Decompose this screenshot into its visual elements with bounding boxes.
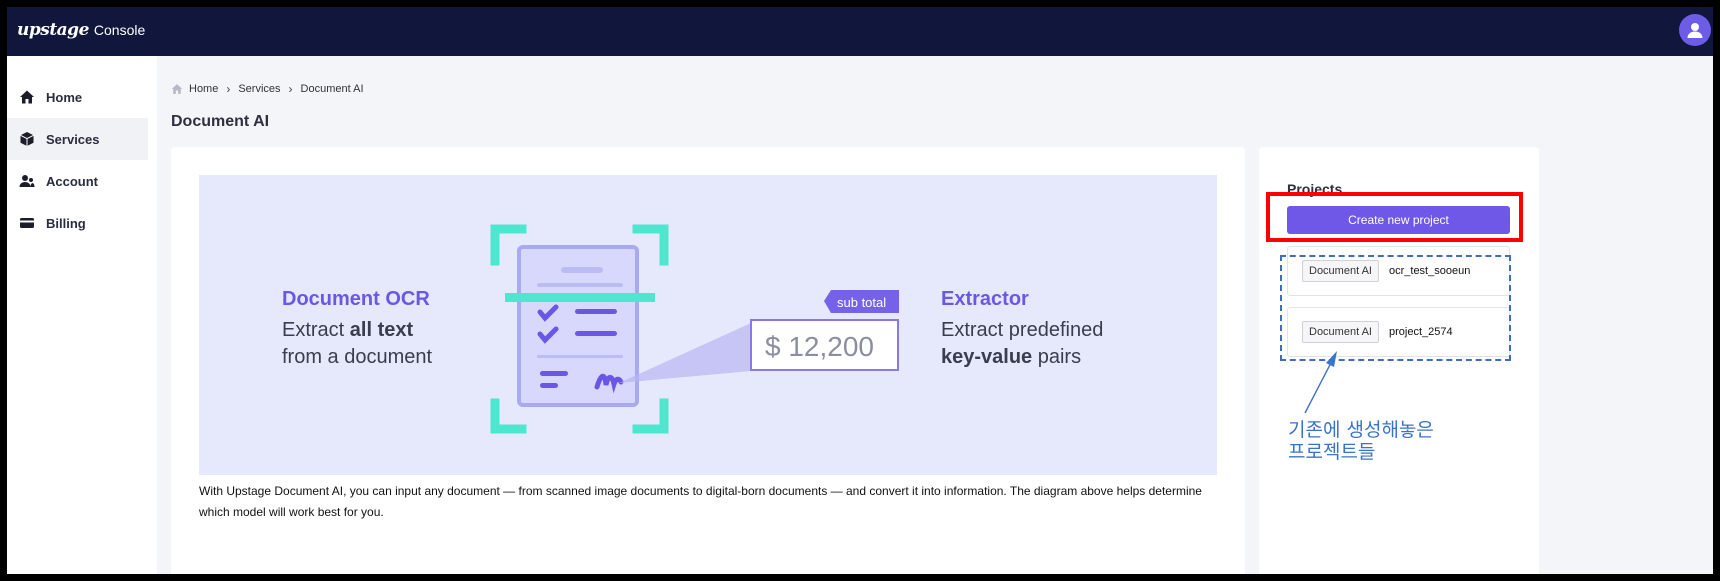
create-project-button[interactable]: Create new project — [1287, 206, 1510, 234]
svg-text:sub total: sub total — [837, 295, 886, 310]
avatar[interactable] — [1679, 14, 1711, 46]
hero-banner: Document OCR Extract all text from a doc… — [199, 175, 1217, 475]
ocr-line1: Extract all text — [282, 319, 413, 341]
sidebar-item-home[interactable]: Home — [7, 76, 148, 118]
breadcrumb: Home › Services › Document AI — [171, 82, 364, 96]
sidebar-item-label: Account — [46, 173, 98, 189]
screenshot-frame: upstage Console Home Services Account Bi… — [0, 0, 1720, 581]
sidebar-item-label: Services — [46, 131, 100, 147]
page-title: Document AI — [171, 113, 270, 130]
service-description: With Upstage Document AI, you can input … — [199, 484, 1202, 519]
scan-line — [505, 293, 655, 302]
projects-panel: Projects Create new project Document AI … — [1259, 147, 1539, 574]
sidebar-item-label: Billing — [46, 215, 86, 231]
annotation-arrow-icon — [1304, 351, 1337, 414]
sidebar-item-label: Home — [46, 89, 83, 105]
sidebar: Home Services Account Billing — [7, 56, 157, 574]
breadcrumb-document-ai: Document AI — [300, 83, 364, 95]
extractor-title: Extractor — [941, 288, 1029, 310]
project-name: project_2574 — [1388, 326, 1453, 338]
hero-illustration: Document OCR Extract all text from a doc… — [282, 224, 1103, 434]
sidebar-item-services[interactable]: Services — [7, 118, 148, 160]
breadcrumb-services[interactable]: Services — [238, 83, 280, 95]
service-card: Document OCR Extract all text from a doc… — [171, 147, 1245, 574]
account-icon — [19, 173, 35, 189]
top-bar: upstage Console — [7, 7, 1713, 56]
project-item[interactable]: Document AI ocr_test_sooeun — [1287, 246, 1510, 296]
ocr-title: Document OCR — [282, 288, 430, 310]
project-name: ocr_test_sooeun — [1388, 265, 1471, 277]
projects-title: Projects — [1287, 181, 1343, 197]
annotation-line: 기존에 생성해놓은 — [1288, 419, 1434, 441]
extractor-line1: Extract predefined — [941, 319, 1103, 341]
extractor-line2: key-value pairs — [941, 346, 1081, 368]
logo[interactable]: upstage Console — [17, 20, 145, 40]
console-window: upstage Console Home Services Account Bi… — [7, 7, 1713, 574]
chevron-right-icon: › — [288, 82, 293, 96]
ocr-line2: from a document — [282, 346, 433, 368]
logo-subtitle: Console — [93, 22, 146, 38]
sidebar-item-billing[interactable]: Billing — [7, 202, 148, 244]
chevron-right-icon: › — [226, 82, 231, 96]
home-icon — [19, 89, 35, 105]
logo-mark: upstage — [17, 20, 89, 40]
user-icon — [1687, 23, 1703, 38]
annotation-line: 프로젝트들 — [1288, 441, 1376, 463]
annotation-note: 기존에 생성해놓은 프로젝트들 — [1288, 419, 1434, 463]
home-icon — [171, 84, 183, 94]
project-type-badge: Document AI — [1302, 321, 1379, 343]
cube-icon — [19, 131, 35, 147]
amount-value: $ 12,200 — [765, 331, 874, 362]
breadcrumb-home[interactable]: Home — [189, 83, 218, 95]
sidebar-item-account[interactable]: Account — [7, 160, 148, 202]
sub-total-tag: sub total — [824, 290, 899, 313]
credit-card-icon — [19, 215, 35, 231]
document-icon — [517, 245, 639, 407]
project-type-badge: Document AI — [1302, 260, 1379, 282]
